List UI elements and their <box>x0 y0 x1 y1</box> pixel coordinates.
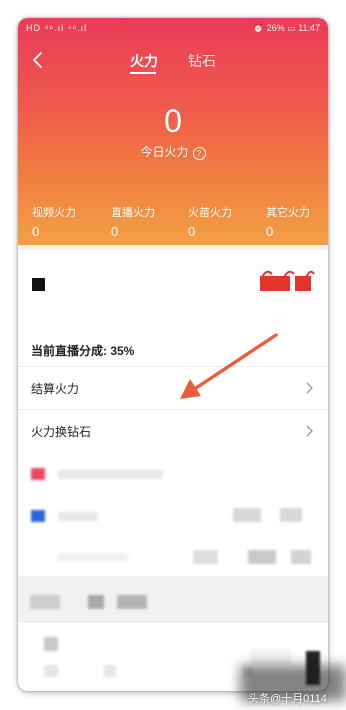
annotation-arrow <box>180 333 278 399</box>
phone-screen: HD ⁴⁶.ıl ⁴⁶.ıl ⏰ 26% ▭ 11:47 火力 钻石 0 今日火… <box>18 18 328 691</box>
watermark-text: 头条@十月0114 <box>248 693 327 705</box>
